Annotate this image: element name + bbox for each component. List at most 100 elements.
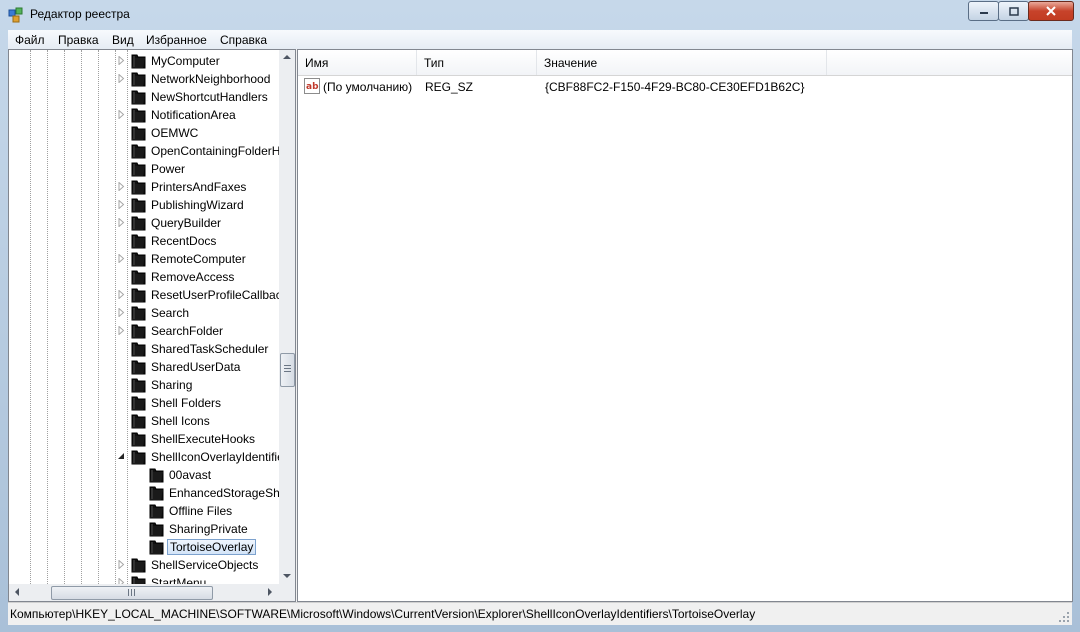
collapsed-arrow-icon[interactable]	[117, 326, 126, 335]
menu-help[interactable]: Справка	[220, 33, 267, 47]
registry-key-folder-icon	[131, 198, 146, 213]
minimize-button[interactable]	[968, 1, 999, 21]
values-list-pane[interactable]: Имя Тип Значение ab (По умолчанию) REG_S…	[297, 49, 1073, 602]
collapsed-arrow-icon[interactable]	[117, 74, 126, 83]
tree-item-label: ShellIconOverlayIdentifiers	[151, 450, 279, 464]
registry-key-folder-icon	[131, 270, 146, 285]
value-data: {CBF88FC2-F150-4F29-BC80-CE30EFD1B62C}	[545, 80, 805, 94]
scroll-down-icon[interactable]	[283, 573, 291, 579]
menu-favorites[interactable]: Избранное	[146, 33, 207, 47]
scroll-up-icon[interactable]	[283, 54, 291, 60]
horizontal-scroll-thumb[interactable]	[51, 586, 213, 600]
column-header-value[interactable]: Значение	[537, 50, 827, 75]
tree-vertical-scrollbar[interactable]	[279, 50, 295, 584]
tree-item[interactable]: OpenContainingFolderHiddenList	[9, 142, 279, 160]
scroll-corner	[279, 584, 295, 601]
tree-item[interactable]: ShellIconOverlayIdentifiers	[9, 448, 279, 466]
registry-key-folder-icon	[131, 234, 146, 249]
tree-item-label: PrintersAndFaxes	[151, 180, 247, 194]
tree-item[interactable]: RemoteComputer	[9, 250, 279, 268]
collapsed-arrow-icon[interactable]	[117, 254, 126, 263]
tree-item-label: ResetUserProfileCallbacks	[151, 288, 279, 302]
tree-item-label: RemoveAccess	[151, 270, 235, 284]
tree-item[interactable]: Offline Files	[9, 502, 279, 520]
menu-view[interactable]: Вид	[112, 33, 134, 47]
tree-item[interactable]: 00avast	[9, 466, 279, 484]
tree-item[interactable]: Sharing	[9, 376, 279, 394]
registry-key-folder-icon	[131, 396, 146, 411]
tree-item-label: Offline Files	[169, 504, 233, 518]
tree-item-label: Sharing	[151, 378, 193, 392]
tree-item-label: RecentDocs	[151, 234, 217, 248]
caption-buttons	[968, 1, 1074, 21]
collapsed-arrow-icon[interactable]	[117, 290, 126, 299]
tree-item[interactable]: ShellExecuteHooks	[9, 430, 279, 448]
tree-item-label: SharedTaskScheduler	[151, 342, 269, 356]
registry-key-folder-icon	[131, 342, 146, 357]
tree-item-label: RemoteComputer	[151, 252, 246, 266]
tree-item[interactable]: EnhancedStorageShell	[9, 484, 279, 502]
window-title: Редактор реестра	[30, 7, 130, 21]
registry-key-folder-icon	[149, 522, 164, 537]
collapsed-arrow-icon[interactable]	[117, 308, 126, 317]
collapsed-arrow-icon[interactable]	[117, 56, 126, 65]
collapsed-arrow-icon[interactable]	[117, 182, 126, 191]
tree-item-label: TortoiseOverlay	[167, 539, 257, 555]
tree-item[interactable]: SharingPrivate	[9, 520, 279, 538]
tree-item-label: StartMenu	[151, 576, 207, 584]
collapsed-arrow-icon[interactable]	[117, 110, 126, 119]
scroll-left-icon[interactable]	[14, 588, 20, 596]
tree-item[interactable]: TortoiseOverlay	[9, 538, 279, 556]
tree-item[interactable]: QueryBuilder	[9, 214, 279, 232]
tree-item[interactable]: SharedTaskScheduler	[9, 340, 279, 358]
registry-key-folder-icon	[131, 288, 146, 303]
scroll-right-icon[interactable]	[267, 588, 273, 596]
status-path: Компьютер\HKEY_LOCAL_MACHINE\SOFTWARE\Mi…	[10, 607, 756, 621]
registry-editor-icon	[8, 7, 23, 23]
tree-item[interactable]: Shell Icons	[9, 412, 279, 430]
collapsed-arrow-icon[interactable]	[117, 200, 126, 209]
tree-item-label: SearchFolder	[151, 324, 224, 338]
tree-item[interactable]: NotificationArea	[9, 106, 279, 124]
status-bar: Компьютер\HKEY_LOCAL_MACHINE\SOFTWARE\Mi…	[8, 602, 1072, 625]
tree-item[interactable]: Search	[9, 304, 279, 322]
tree-item[interactable]: StartMenu	[9, 574, 279, 584]
collapsed-arrow-icon[interactable]	[117, 218, 126, 227]
tree-item[interactable]: PrintersAndFaxes	[9, 178, 279, 196]
tree-item-label: NetworkNeighborhood	[151, 72, 271, 86]
tree-item[interactable]: OEMWC	[9, 124, 279, 142]
maximize-button[interactable]	[998, 1, 1029, 21]
tree-item-label: SharingPrivate	[169, 522, 248, 536]
tree-item[interactable]: SharedUserData	[9, 358, 279, 376]
tree-item-label: ShellExecuteHooks	[151, 432, 256, 446]
registry-key-folder-icon	[131, 576, 146, 584]
registry-key-folder-icon	[131, 108, 146, 123]
collapsed-arrow-icon[interactable]	[117, 560, 126, 569]
menu-edit[interactable]: Правка	[58, 33, 99, 47]
tree-item[interactable]: NewShortcutHandlers	[9, 88, 279, 106]
tree-item-label: OpenContainingFolderHiddenList	[151, 144, 279, 158]
vertical-scroll-thumb[interactable]	[280, 353, 295, 387]
key-tree-pane[interactable]: MyComputer NetworkNeighborhood NewShortcut…	[8, 49, 296, 602]
column-header-type[interactable]: Тип	[417, 50, 537, 75]
tree-item[interactable]: RemoveAccess	[9, 268, 279, 286]
tree-item[interactable]: MyComputer	[9, 52, 279, 70]
expanded-arrow-icon[interactable]	[117, 452, 126, 461]
tree-item[interactable]: Power	[9, 160, 279, 178]
tree-item[interactable]: NetworkNeighborhood	[9, 70, 279, 88]
tree-item[interactable]: ShellServiceObjects	[9, 556, 279, 574]
tree-item[interactable]: PublishingWizard	[9, 196, 279, 214]
tree-item-label: NewShortcutHandlers	[151, 90, 268, 104]
resize-grip-icon[interactable]	[1058, 611, 1070, 623]
column-header-name[interactable]: Имя	[298, 50, 417, 75]
tree-horizontal-scrollbar[interactable]	[9, 584, 279, 601]
registry-key-folder-icon	[131, 162, 146, 177]
title-bar[interactable]: Редактор реестра	[0, 0, 1080, 30]
tree-item[interactable]: ResetUserProfileCallbacks	[9, 286, 279, 304]
tree-item-label: OEMWC	[151, 126, 199, 140]
tree-item[interactable]: SearchFolder	[9, 322, 279, 340]
tree-item[interactable]: RecentDocs	[9, 232, 279, 250]
tree-item[interactable]: Shell Folders	[9, 394, 279, 412]
menu-file[interactable]: Файл	[15, 33, 45, 47]
close-button[interactable]	[1028, 1, 1074, 21]
